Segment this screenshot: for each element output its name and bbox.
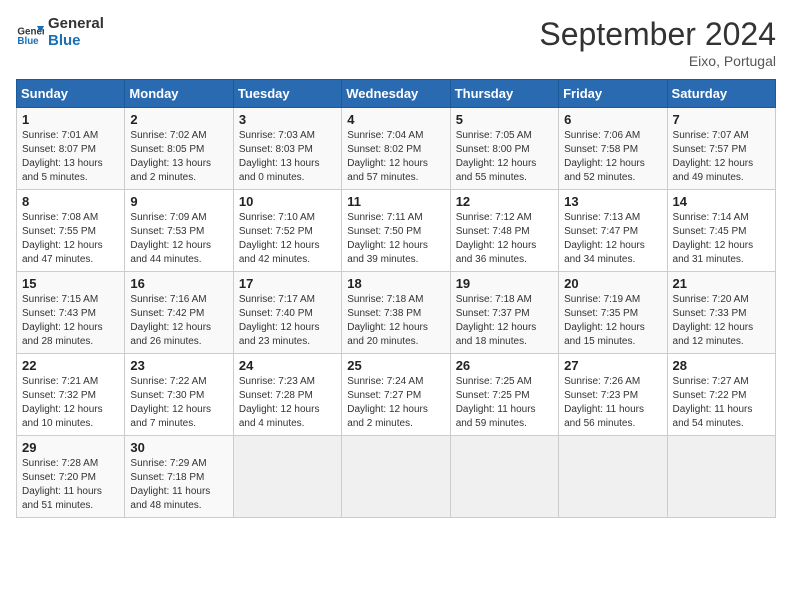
calendar-cell-13: 13 Sunrise: 7:13 AMSunset: 7:47 PMDaylig… bbox=[559, 190, 667, 272]
header-row: Sunday Monday Tuesday Wednesday Thursday… bbox=[17, 80, 776, 108]
logo-icon: General Blue bbox=[16, 19, 44, 47]
calendar-cell-3: 3 Sunrise: 7:03 AMSunset: 8:03 PMDayligh… bbox=[233, 108, 341, 190]
calendar-cell-4: 4 Sunrise: 7:04 AMSunset: 8:02 PMDayligh… bbox=[342, 108, 450, 190]
calendar-cell-15: 15 Sunrise: 7:15 AMSunset: 7:43 PMDaylig… bbox=[17, 272, 125, 354]
svg-text:Blue: Blue bbox=[17, 36, 39, 47]
calendar-cell-25: 25 Sunrise: 7:24 AMSunset: 7:27 PMDaylig… bbox=[342, 354, 450, 436]
col-wednesday: Wednesday bbox=[342, 80, 450, 108]
calendar-cell-14: 14 Sunrise: 7:14 AMSunset: 7:45 PMDaylig… bbox=[667, 190, 775, 272]
col-tuesday: Tuesday bbox=[233, 80, 341, 108]
calendar-cell-5: 5 Sunrise: 7:05 AMSunset: 8:00 PMDayligh… bbox=[450, 108, 558, 190]
calendar-cell-9: 9 Sunrise: 7:09 AMSunset: 7:53 PMDayligh… bbox=[125, 190, 233, 272]
calendar-cell-22: 22 Sunrise: 7:21 AMSunset: 7:32 PMDaylig… bbox=[17, 354, 125, 436]
location: Eixo, Portugal bbox=[539, 53, 776, 69]
col-saturday: Saturday bbox=[667, 80, 775, 108]
empty-cell bbox=[450, 436, 558, 518]
calendar-cell-8: 8 Sunrise: 7:08 AMSunset: 7:55 PMDayligh… bbox=[17, 190, 125, 272]
calendar-cell-18: 18 Sunrise: 7:18 AMSunset: 7:38 PMDaylig… bbox=[342, 272, 450, 354]
empty-cell bbox=[233, 436, 341, 518]
logo-general-text: General bbox=[48, 16, 104, 33]
calendar-cell-6: 6 Sunrise: 7:06 AMSunset: 7:58 PMDayligh… bbox=[559, 108, 667, 190]
calendar-cell-29: 29 Sunrise: 7:28 AMSunset: 7:20 PMDaylig… bbox=[17, 436, 125, 518]
calendar-cell-10: 10 Sunrise: 7:10 AMSunset: 7:52 PMDaylig… bbox=[233, 190, 341, 272]
calendar-cell-27: 27 Sunrise: 7:26 AMSunset: 7:23 PMDaylig… bbox=[559, 354, 667, 436]
empty-cell bbox=[559, 436, 667, 518]
col-friday: Friday bbox=[559, 80, 667, 108]
calendar-cell-2: 2 Sunrise: 7:02 AMSunset: 8:05 PMDayligh… bbox=[125, 108, 233, 190]
col-sunday: Sunday bbox=[17, 80, 125, 108]
calendar-cell-17: 17 Sunrise: 7:17 AMSunset: 7:40 PMDaylig… bbox=[233, 272, 341, 354]
calendar-cell-11: 11 Sunrise: 7:11 AMSunset: 7:50 PMDaylig… bbox=[342, 190, 450, 272]
calendar-cell-30: 30 Sunrise: 7:29 AMSunset: 7:18 PMDaylig… bbox=[125, 436, 233, 518]
calendar-cell-12: 12 Sunrise: 7:12 AMSunset: 7:48 PMDaylig… bbox=[450, 190, 558, 272]
calendar-cell-28: 28 Sunrise: 7:27 AMSunset: 7:22 PMDaylig… bbox=[667, 354, 775, 436]
logo-blue-text: Blue bbox=[48, 33, 104, 50]
calendar-body: 1 Sunrise: 7:01 AMSunset: 8:07 PMDayligh… bbox=[17, 108, 776, 518]
empty-cell bbox=[667, 436, 775, 518]
logo: General Blue General Blue bbox=[16, 16, 104, 49]
col-monday: Monday bbox=[125, 80, 233, 108]
header: General Blue General Blue September 2024… bbox=[16, 16, 776, 69]
calendar-cell-23: 23 Sunrise: 7:22 AMSunset: 7:30 PMDaylig… bbox=[125, 354, 233, 436]
calendar-cell-1: 1 Sunrise: 7:01 AMSunset: 8:07 PMDayligh… bbox=[17, 108, 125, 190]
month-title: September 2024 bbox=[539, 16, 776, 53]
empty-cell bbox=[342, 436, 450, 518]
calendar-cell-24: 24 Sunrise: 7:23 AMSunset: 7:28 PMDaylig… bbox=[233, 354, 341, 436]
col-thursday: Thursday bbox=[450, 80, 558, 108]
title-area: September 2024 Eixo, Portugal bbox=[539, 16, 776, 69]
calendar-cell-19: 19 Sunrise: 7:18 AMSunset: 7:37 PMDaylig… bbox=[450, 272, 558, 354]
calendar-cell-7: 7 Sunrise: 7:07 AMSunset: 7:57 PMDayligh… bbox=[667, 108, 775, 190]
calendar-cell-20: 20 Sunrise: 7:19 AMSunset: 7:35 PMDaylig… bbox=[559, 272, 667, 354]
calendar-cell-26: 26 Sunrise: 7:25 AMSunset: 7:25 PMDaylig… bbox=[450, 354, 558, 436]
calendar-cell-21: 21 Sunrise: 7:20 AMSunset: 7:33 PMDaylig… bbox=[667, 272, 775, 354]
calendar-table: Sunday Monday Tuesday Wednesday Thursday… bbox=[16, 79, 776, 518]
calendar-cell-16: 16 Sunrise: 7:16 AMSunset: 7:42 PMDaylig… bbox=[125, 272, 233, 354]
